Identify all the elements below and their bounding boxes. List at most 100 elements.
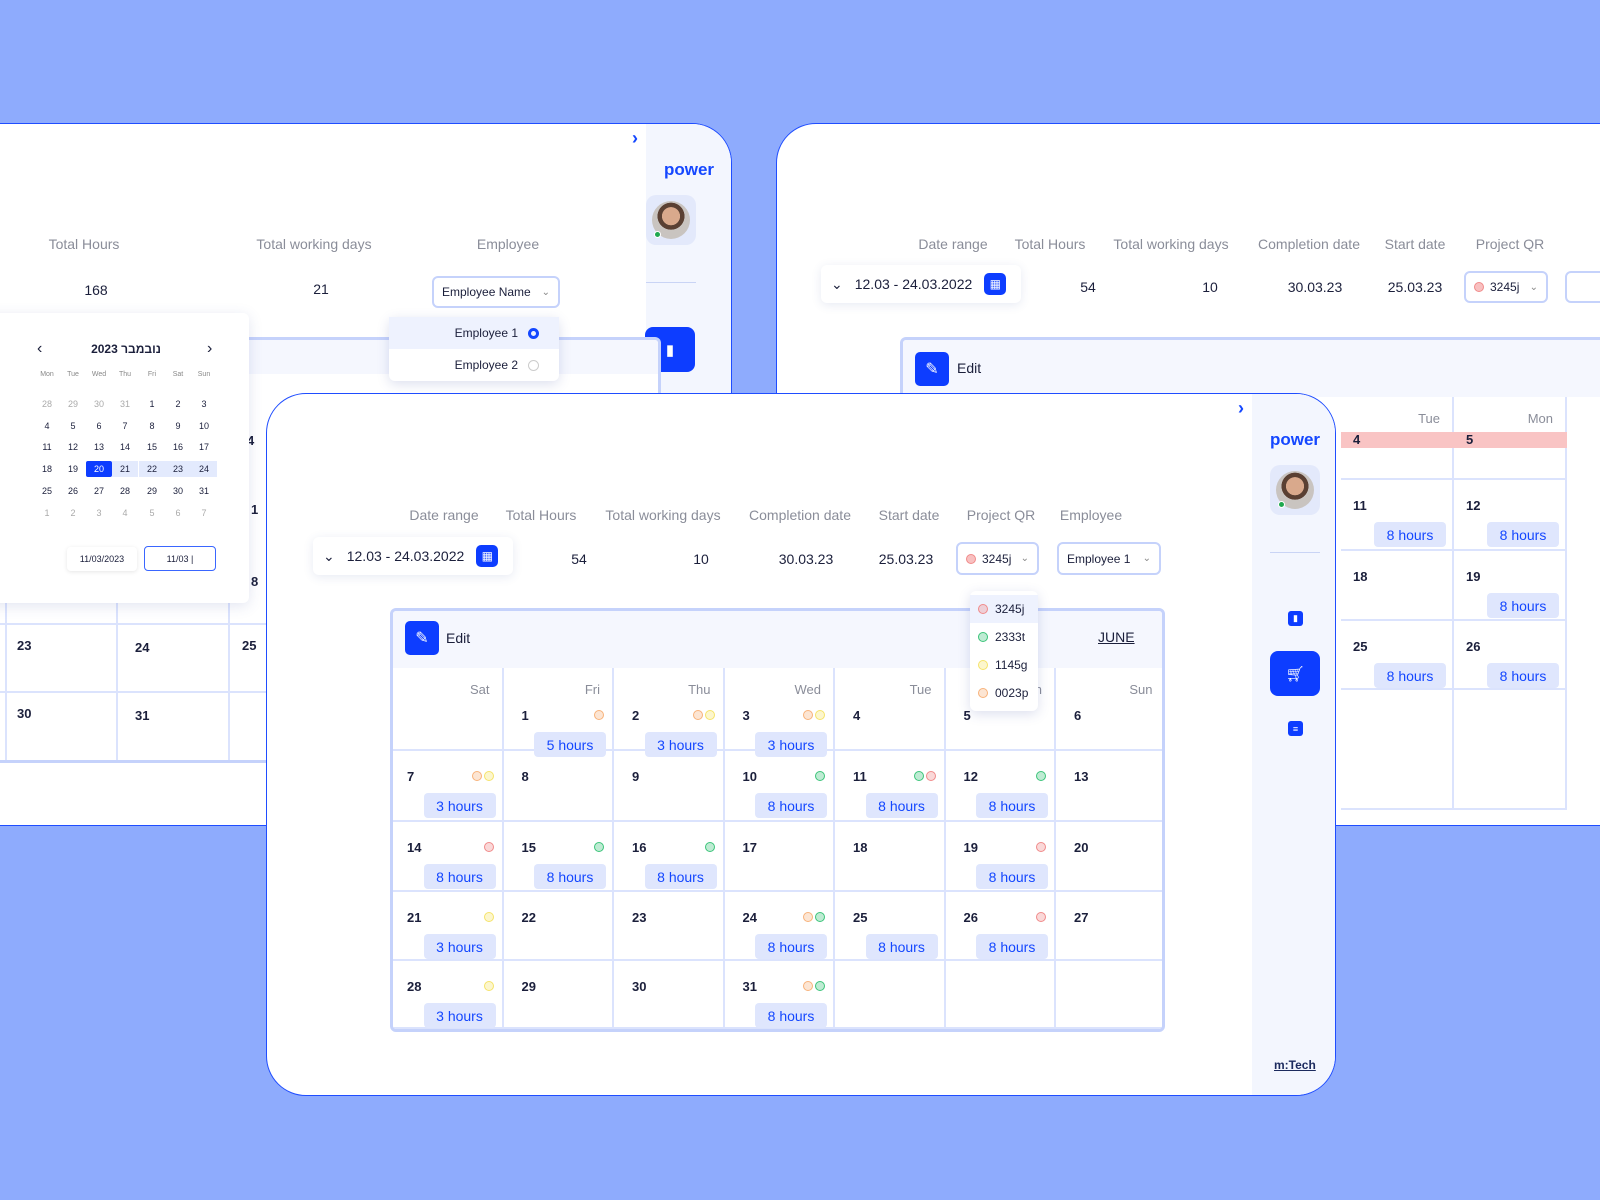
- calendar-day-cell[interactable]: [835, 961, 946, 1029]
- calendar-day-cell[interactable]: 18: [835, 822, 946, 892]
- calendar-day-cell[interactable]: Fri 1 5 hours: [503, 668, 614, 757]
- date-picker-day[interactable]: 1: [139, 396, 165, 412]
- calendar-day-cell[interactable]: 28 3 hours: [393, 961, 504, 1029]
- date-picker-day[interactable]: 22: [139, 461, 165, 478]
- hours-badge[interactable]: 8 hours: [976, 934, 1048, 959]
- calendar-day-cell[interactable]: 12 8 hours: [945, 751, 1056, 822]
- next-month-icon[interactable]: ›: [207, 340, 212, 358]
- date-picker-day[interactable]: 30: [86, 396, 112, 412]
- date-picker-day[interactable]: 23: [165, 461, 191, 478]
- calendar-day-cell[interactable]: 26 8 hours: [1454, 621, 1567, 690]
- date-picker-day[interactable]: 1: [34, 505, 60, 521]
- project-qr-dropdown[interactable]: 3245j ⌄: [956, 542, 1039, 575]
- date-picker-day[interactable]: 31: [191, 483, 217, 499]
- hours-badge[interactable]: 8 hours: [976, 793, 1048, 818]
- calendar-day-cell[interactable]: 27: [1056, 892, 1162, 961]
- month-selector[interactable]: JUNE: [1098, 629, 1135, 645]
- date-cell[interactable]: 30: [17, 706, 31, 721]
- date-range-picker[interactable]: ⌄ 12.03 - 24.03.2022 ▦: [821, 265, 1021, 303]
- radio-selected-icon[interactable]: [528, 327, 539, 339]
- cart-button[interactable]: 🛒︎: [1270, 651, 1320, 696]
- calendar-day-cell[interactable]: 12 8 hours: [1454, 480, 1567, 551]
- date-picker-day[interactable]: 3: [86, 505, 112, 521]
- date-picker-day[interactable]: 25: [34, 483, 60, 499]
- employee-option[interactable]: Employee 2: [389, 349, 559, 381]
- calendar-day-cell[interactable]: [945, 961, 1056, 1029]
- collapse-chevron-icon[interactable]: ›: [1238, 398, 1244, 419]
- calendar-day-cell[interactable]: 26 8 hours: [945, 892, 1056, 961]
- calendar-day-cell[interactable]: Mon 5: [1454, 397, 1567, 480]
- date-picker-day[interactable]: 18: [34, 461, 60, 477]
- edit-button[interactable]: ✎: [915, 352, 949, 386]
- end-date-input[interactable]: 11/03 |: [144, 546, 216, 571]
- qr-option[interactable]: 3245j: [970, 595, 1038, 623]
- calendar-day-cell[interactable]: 25 8 hours: [835, 892, 946, 961]
- calendar-day-cell[interactable]: 7 3 hours: [393, 751, 504, 822]
- hours-badge[interactable]: 8 hours: [534, 864, 606, 889]
- calendar-day-cell[interactable]: 15 8 hours: [503, 822, 614, 892]
- date-cell[interactable]: 23: [17, 638, 31, 653]
- date-picker-day[interactable]: 2: [60, 505, 86, 521]
- date-picker-day[interactable]: 7: [112, 418, 138, 434]
- calendar-day-cell[interactable]: Wed 3 3 hours: [724, 668, 835, 757]
- calendar-day-cell[interactable]: 9: [614, 751, 725, 822]
- calendar-day-cell[interactable]: 22: [503, 892, 614, 961]
- hours-badge[interactable]: 8 hours: [755, 1003, 827, 1028]
- reports-button[interactable]: ▮: [1288, 611, 1303, 626]
- employee-dropdown[interactable]: Employee 1 ⌄: [1057, 542, 1161, 575]
- calendar-day-cell[interactable]: Sun 6: [1056, 668, 1162, 751]
- date-picker-day[interactable]: 26: [60, 483, 86, 499]
- prev-month-icon[interactable]: ‹: [37, 340, 42, 358]
- hours-badge[interactable]: 8 hours: [976, 864, 1048, 889]
- edit-button[interactable]: ✎: [405, 621, 439, 655]
- date-picker-day[interactable]: 16: [165, 439, 191, 455]
- date-picker-day[interactable]: 3: [191, 396, 217, 412]
- calendar-day-cell[interactable]: 23: [614, 892, 725, 961]
- date-picker-day[interactable]: 27: [86, 483, 112, 499]
- avatar[interactable]: [646, 195, 696, 245]
- date-picker-day[interactable]: 19: [60, 461, 86, 477]
- start-date-input[interactable]: 11/03/2023: [67, 547, 137, 571]
- date-picker-day[interactable]: 5: [139, 505, 165, 521]
- date-picker-day[interactable]: 17: [191, 439, 217, 455]
- date-picker-day[interactable]: 29: [139, 483, 165, 499]
- calendar-day-cell[interactable]: [1056, 961, 1162, 1029]
- date-picker-day[interactable]: 6: [165, 505, 191, 521]
- qr-option[interactable]: 0023p: [970, 679, 1038, 707]
- date-picker-day[interactable]: 14: [112, 439, 138, 455]
- date-picker-day[interactable]: 5: [60, 418, 86, 434]
- calendar-day-cell[interactable]: 18: [1341, 551, 1454, 621]
- date-cell[interactable]: 8: [251, 574, 258, 589]
- calendar-day-cell[interactable]: Thu 2 3 hours: [614, 668, 725, 757]
- project-qr-dropdown[interactable]: 3245j ⌄: [1464, 271, 1548, 303]
- hours-badge[interactable]: 8 hours: [1487, 593, 1559, 618]
- hours-badge[interactable]: 3 hours: [423, 1003, 496, 1028]
- calendar-day-cell[interactable]: 21 3 hours: [393, 892, 504, 961]
- date-picker-day[interactable]: 2: [165, 396, 191, 412]
- hours-badge[interactable]: 3 hours: [423, 934, 496, 959]
- hours-badge[interactable]: 8 hours: [1487, 663, 1559, 688]
- date-picker-day[interactable]: 21: [112, 461, 138, 478]
- date-picker-day[interactable]: 28: [34, 396, 60, 412]
- calendar-day-cell[interactable]: 13: [1056, 751, 1162, 822]
- calendar-day-cell[interactable]: 17: [724, 822, 835, 892]
- calendar-day-cell[interactable]: 19 8 hours: [945, 822, 1056, 892]
- hours-badge[interactable]: 8 hours: [865, 934, 938, 959]
- calendar-day-cell[interactable]: 10 8 hours: [724, 751, 835, 822]
- date-picker-day[interactable]: 31: [112, 396, 138, 412]
- date-picker-day[interactable]: 8: [139, 418, 165, 434]
- date-cell[interactable]: 1: [251, 502, 258, 517]
- calendar-day-cell[interactable]: 29: [503, 961, 614, 1029]
- calendar-day-cell[interactable]: 8: [503, 751, 614, 822]
- date-picker-day[interactable]: 28: [112, 483, 138, 499]
- date-picker-day[interactable]: 4: [112, 505, 138, 521]
- hours-badge[interactable]: 8 hours: [755, 793, 827, 818]
- hours-badge[interactable]: 8 hours: [755, 934, 827, 959]
- date-picker-day[interactable]: 29: [60, 396, 86, 412]
- employee-dropdown[interactable]: [1565, 271, 1600, 303]
- calendar-day-cell[interactable]: 14 8 hours: [393, 822, 504, 892]
- date-picker-day[interactable]: 13: [86, 439, 112, 455]
- calendar-day-cell[interactable]: 16 8 hours: [614, 822, 725, 892]
- qr-option[interactable]: 2333t: [970, 623, 1038, 651]
- avatar[interactable]: [1270, 465, 1320, 515]
